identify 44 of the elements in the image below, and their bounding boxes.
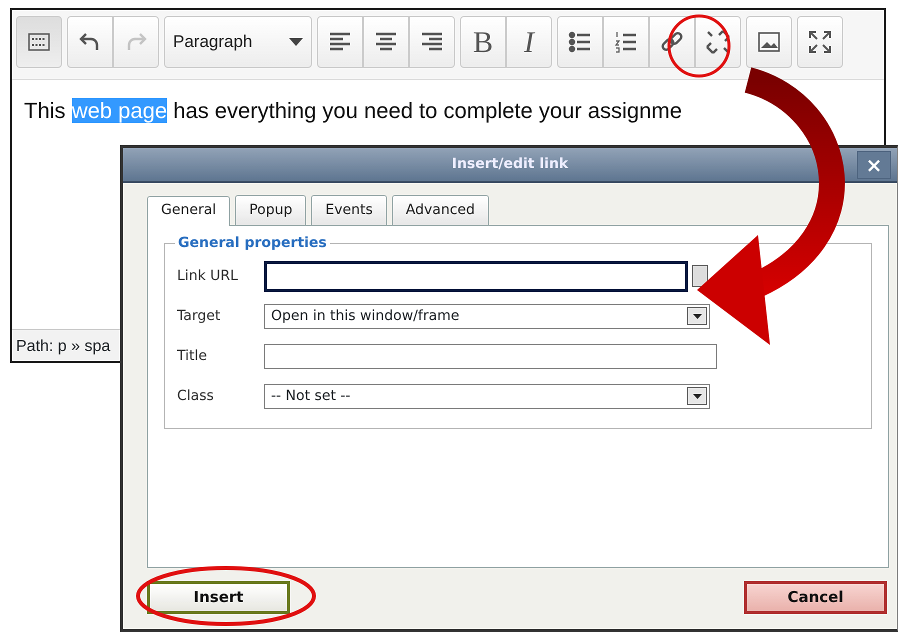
field-label: Target <box>177 306 222 326</box>
path-text: Path: p » spa <box>16 338 110 355</box>
close-button[interactable]: × <box>857 151 891 179</box>
group-legend: General properties <box>175 236 330 250</box>
numbered-list-icon <box>613 29 639 55</box>
field-value: Open in this window/frame <box>271 306 460 326</box>
input-field[interactable] <box>264 260 688 292</box>
field-label: Link URL <box>177 266 239 286</box>
unlink-icon <box>705 29 731 55</box>
toolbar-button[interactable] <box>16 16 62 68</box>
dialog-tab[interactable]: Advanced <box>392 195 489 225</box>
toolbar-button[interactable] <box>695 16 741 68</box>
dialog-tab[interactable]: General <box>147 196 230 226</box>
select-field[interactable]: Open in this window/frame <box>264 304 710 328</box>
toolbar-button[interactable] <box>603 16 649 68</box>
input-field[interactable] <box>264 344 717 368</box>
fullscreen-icon <box>807 29 833 55</box>
cancel-button[interactable]: Cancel <box>744 581 887 614</box>
toolbar-button[interactable] <box>649 16 695 68</box>
highlight-ring <box>668 14 730 78</box>
field-label: Class <box>177 386 215 406</box>
dialog-title: Insert/edit link <box>452 155 568 174</box>
browse-button[interactable] <box>692 265 708 287</box>
toolbar-button[interactable] <box>797 16 843 68</box>
bold-button[interactable]: B <box>460 16 506 68</box>
italic-button[interactable]: I <box>506 16 552 68</box>
toolbar-button[interactable] <box>557 16 603 68</box>
toolbar-button[interactable] <box>746 16 792 68</box>
format-dropdown[interactable]: Paragraph <box>164 16 312 68</box>
toolbar-button[interactable] <box>67 16 113 68</box>
format-label: Paragraph <box>173 31 252 54</box>
image-icon <box>756 29 782 55</box>
dialog-tab[interactable]: Popup <box>235 195 306 225</box>
select-field[interactable]: -- Not set -- <box>264 384 710 408</box>
caret-icon <box>289 38 303 46</box>
toolbar-button[interactable] <box>409 16 455 68</box>
toolbar-button[interactable] <box>317 16 363 68</box>
editor-text: This web page has everything you need to complete your assignme <box>23 97 683 125</box>
dialog-tab[interactable]: Events <box>311 195 387 225</box>
bullet-list-icon <box>567 29 593 55</box>
insert-button[interactable]: Insert <box>147 581 290 614</box>
field-label: Title <box>177 346 208 366</box>
field-value: -- Not set -- <box>271 386 350 406</box>
toolbar-button[interactable] <box>363 16 409 68</box>
